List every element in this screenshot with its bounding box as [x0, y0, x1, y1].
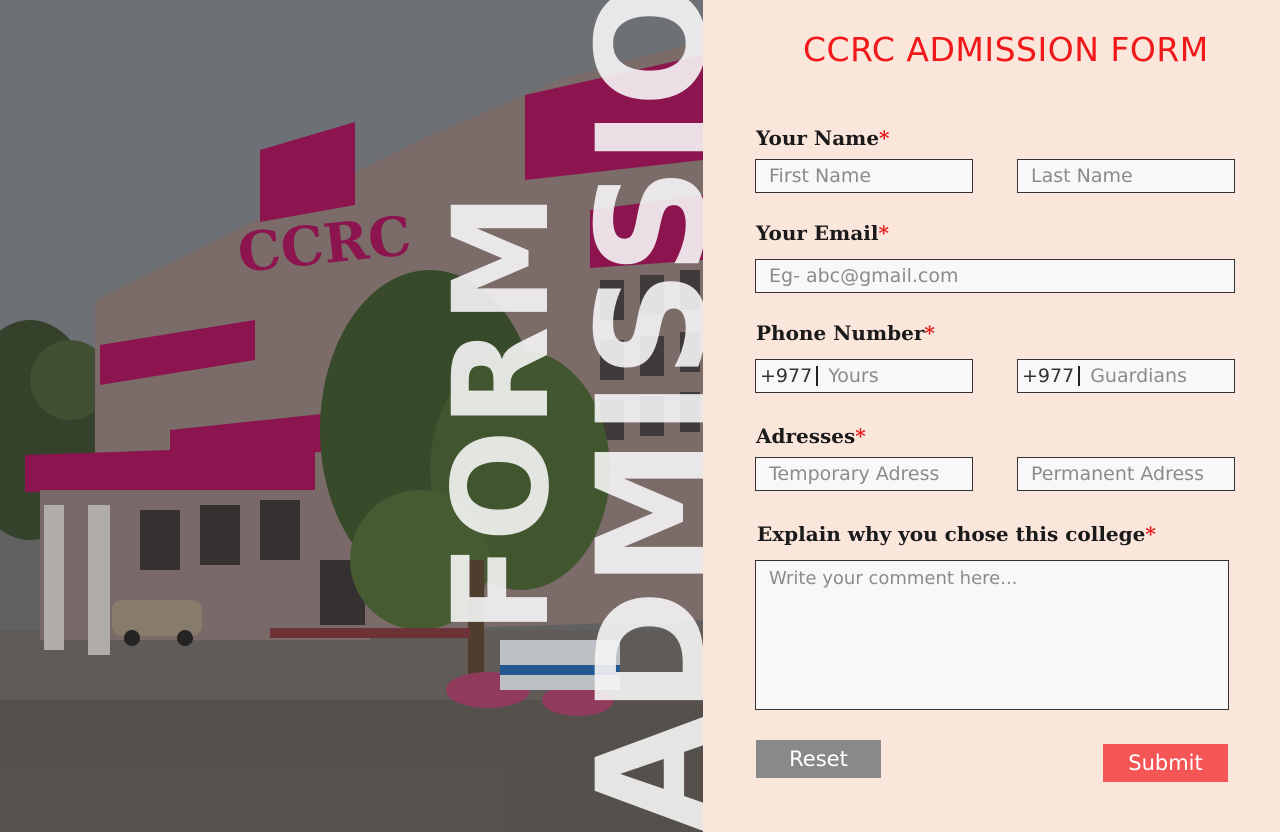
first-name-placeholder: First Name	[769, 165, 872, 187]
last-name-placeholder: Last Name	[1031, 165, 1133, 187]
required-asterisk: *	[924, 321, 935, 345]
phone-guardians-input[interactable]: +977 Guardians	[1017, 359, 1235, 393]
admission-form-panel: CCRC ADMISSION FORM Your Name* First Nam…	[703, 0, 1280, 832]
phone-label-text: Phone Number	[756, 321, 925, 345]
phone-label: Phone Number*	[756, 321, 935, 345]
phone-yours-placeholder: Yours	[828, 365, 879, 387]
admission-vertical-text: ADMISSION	[566, 0, 703, 832]
first-name-input[interactable]: First Name	[755, 159, 973, 193]
permanent-address-placeholder: Permanent Adress	[1031, 463, 1204, 485]
phone-yours-input[interactable]: +977 Yours	[755, 359, 973, 393]
required-asterisk: *	[879, 126, 890, 150]
form-title: CCRC ADMISSION FORM	[803, 30, 1209, 69]
phone-guardians-placeholder: Guardians	[1090, 365, 1187, 387]
required-asterisk: *	[855, 424, 866, 448]
required-asterisk: *	[878, 221, 889, 245]
email-input[interactable]: Eg- abc@gmail.com	[755, 259, 1235, 293]
required-asterisk: *	[1145, 522, 1156, 546]
temporary-address-placeholder: Temporary Adress	[769, 463, 940, 485]
name-label: Your Name*	[756, 126, 890, 150]
temporary-address-input[interactable]: Temporary Adress	[755, 457, 973, 491]
reset-button[interactable]: Reset	[756, 740, 881, 778]
country-code-prefix: +977	[1022, 366, 1081, 386]
reason-label-text: Explain why you chose this college	[757, 522, 1146, 546]
form-vertical-text: FORM	[425, 190, 579, 634]
name-label-text: Your Name	[756, 126, 880, 150]
reason-textarea[interactable]: Write your comment here...	[755, 560, 1229, 710]
address-label: Adresses*	[756, 424, 866, 448]
last-name-input[interactable]: Last Name	[1017, 159, 1235, 193]
reason-placeholder: Write your comment here...	[769, 568, 1018, 589]
address-label-text: Adresses	[756, 424, 856, 448]
email-label-text: Your Email	[756, 221, 879, 245]
reason-label: Explain why you chose this college*	[757, 522, 1156, 546]
email-label: Your Email*	[756, 221, 889, 245]
permanent-address-input[interactable]: Permanent Adress	[1017, 457, 1235, 491]
country-code-prefix: +977	[760, 366, 819, 386]
campus-photo-panel: CCRC ADMISSION FORM	[0, 0, 703, 832]
email-placeholder: Eg- abc@gmail.com	[769, 265, 959, 287]
submit-button[interactable]: Submit	[1103, 744, 1228, 782]
